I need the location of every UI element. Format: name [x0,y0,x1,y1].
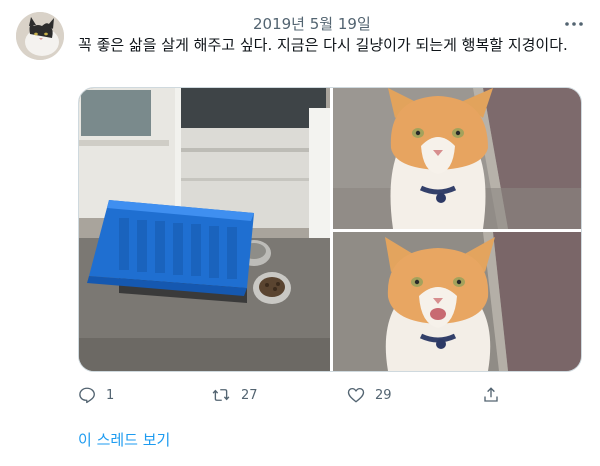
heart-icon [347,387,365,403]
reply-icon [79,387,95,404]
more-icon [565,22,583,26]
show-thread-link[interactable]: 이 스레드 보기 [78,429,170,450]
retweet-count: 27 [241,387,258,403]
media-grid [78,87,582,372]
media-photo-cat-1[interactable] [333,88,581,229]
like-button[interactable]: 29 [347,384,392,406]
tweet-date[interactable]: 2019년 5월 19일 [253,13,371,34]
retweet-button[interactable]: 27 [211,384,258,406]
share-icon [484,387,498,402]
avatar-cat-image [16,12,64,60]
shelter-photo-image [79,88,330,371]
tweet-text: 꼭 좋은 삶을 살게 해주고 싶다. 지금은 다시 길냥이가 되는게 행복할 지… [78,36,568,54]
retweet-icon [212,389,230,401]
reply-button[interactable]: 1 [78,384,114,406]
media-photo-cat-2[interactable] [333,232,581,371]
like-count: 29 [375,387,392,403]
cat-photo-image [333,88,581,229]
avatar[interactable] [16,12,64,60]
tweet-card: 2019년 5월 19일 꼭 좋은 삶을 살게 해주고 싶다. 지금은 다시 길… [0,0,600,466]
media-photo-shelter[interactable] [79,88,330,371]
action-bar: 1 27 29 [78,384,586,406]
cat-photo-image [333,232,581,371]
more-options-button[interactable] [560,12,588,36]
share-button[interactable] [482,384,500,406]
reply-count: 1 [106,387,115,403]
